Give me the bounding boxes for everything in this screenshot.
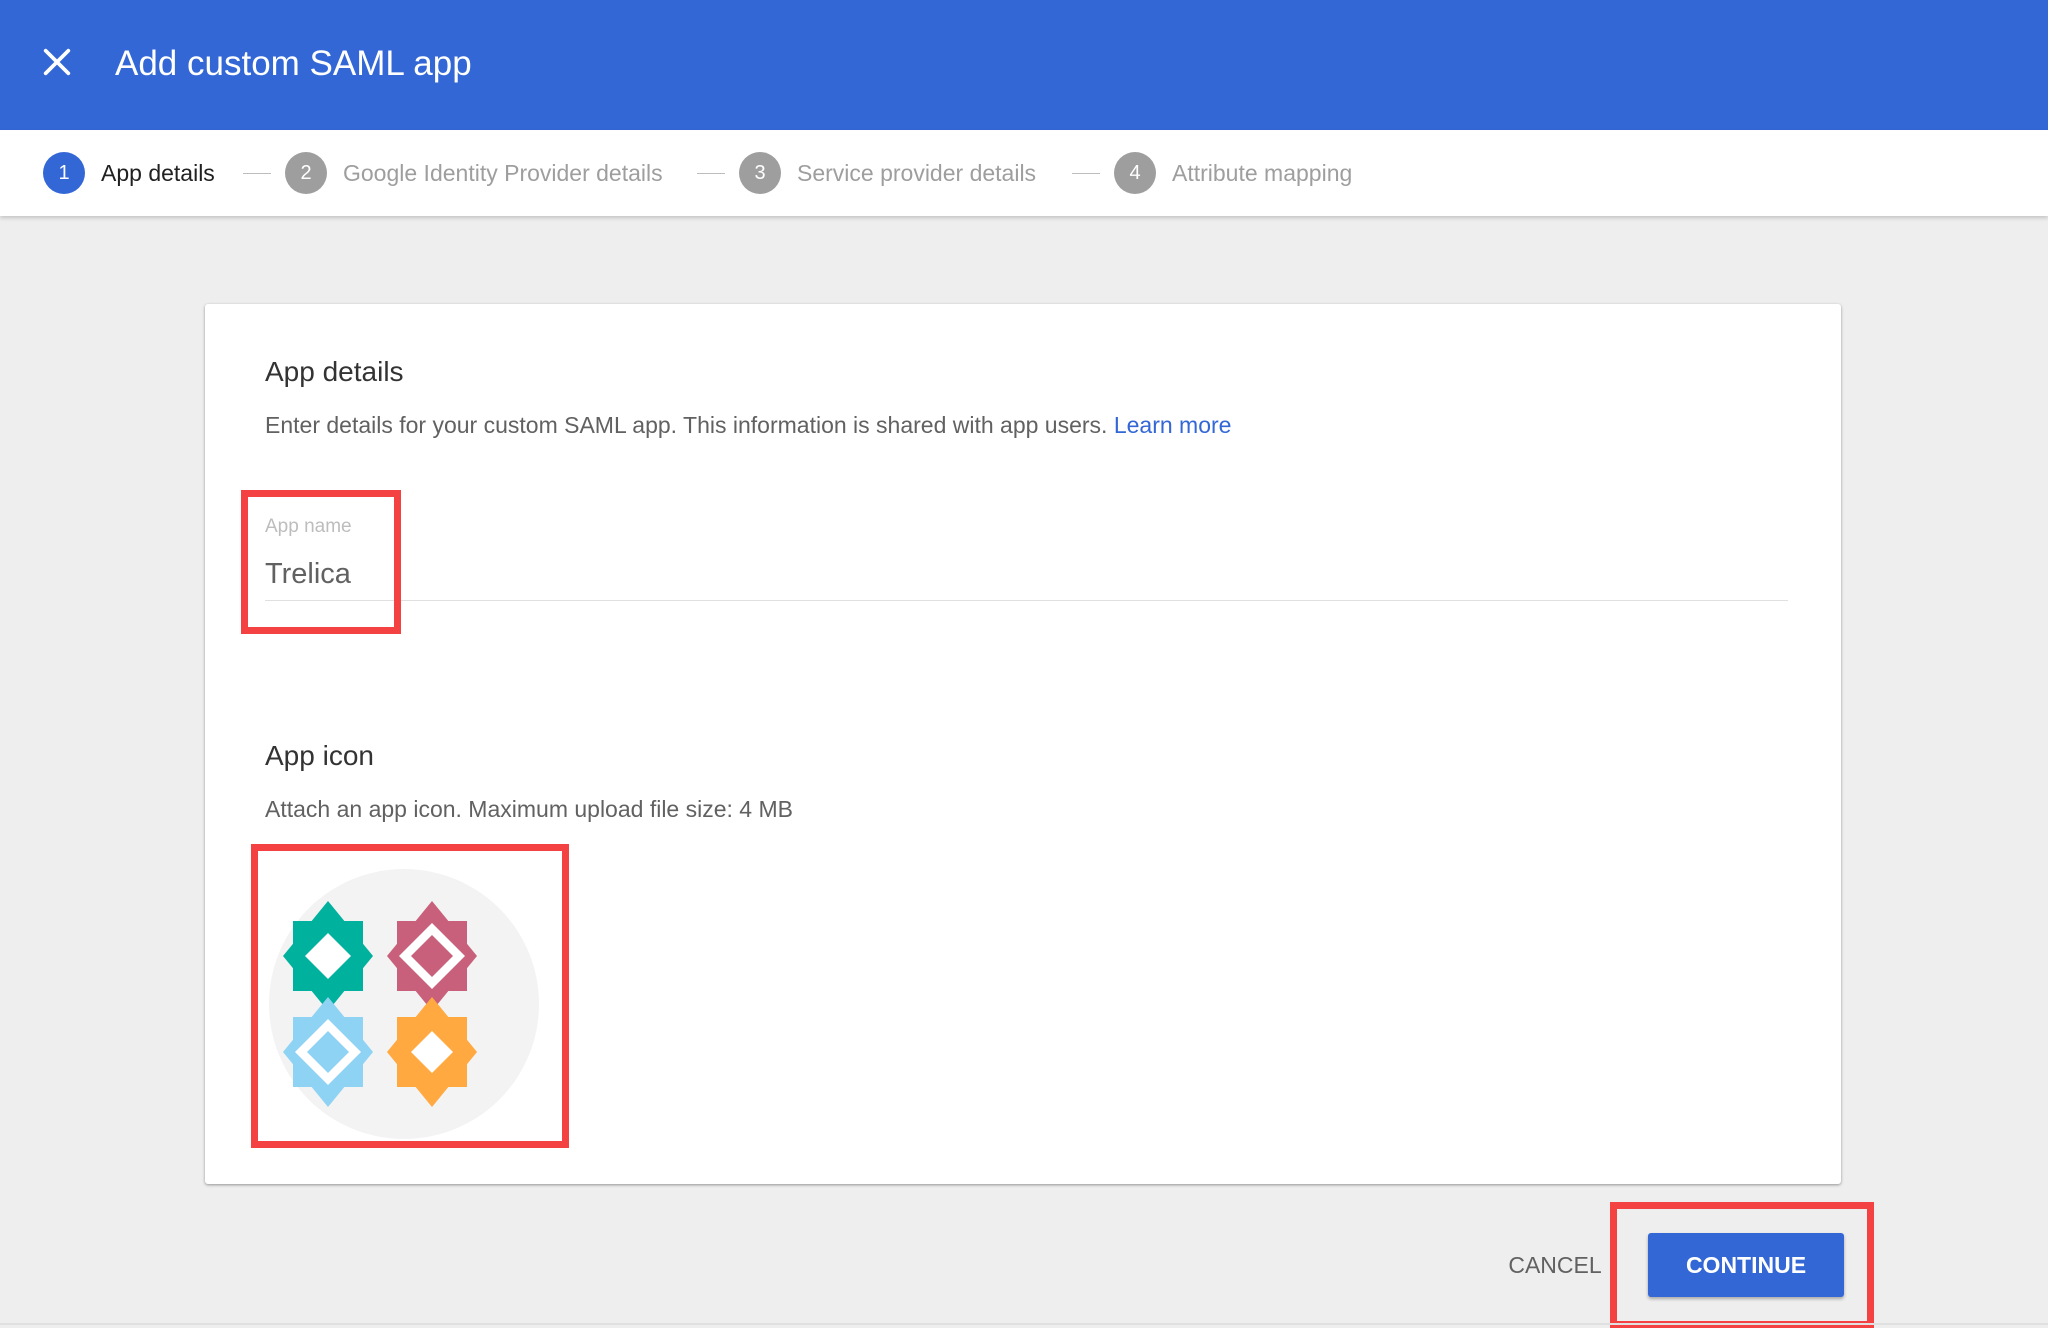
close-icon[interactable] (40, 45, 74, 79)
app-details-card: App details Enter details for your custo… (205, 304, 1841, 1184)
step-label-attribute-mapping: Attribute mapping (1172, 159, 1353, 186)
app-logo-icon (283, 901, 477, 1107)
step-google-idp-details[interactable]: 2 Google Identity Provider details (285, 151, 663, 195)
step-number-4: 4 (1114, 152, 1156, 194)
step-label-app-details: App details (101, 159, 215, 186)
step-number-3: 3 (739, 152, 781, 194)
step-connector (697, 173, 725, 174)
app-icon-upload[interactable] (269, 869, 539, 1139)
step-app-details[interactable]: 1 App details (43, 151, 215, 195)
top-app-bar: Add custom SAML app (0, 0, 2048, 130)
continue-button[interactable]: CONTINUE (1648, 1233, 1844, 1297)
cancel-button[interactable]: CANCEL (1498, 1248, 1612, 1282)
tile-orange (387, 997, 477, 1107)
app-details-description-text: Enter details for your custom SAML app. … (265, 412, 1108, 438)
tile-rose (387, 901, 477, 1011)
bottom-divider (0, 1323, 2048, 1325)
app-name-label: App name (265, 516, 352, 537)
stepper: 1 App details 2 Google Identity Provider… (0, 130, 2048, 216)
app-icon-title: App icon (265, 740, 374, 771)
tile-teal (283, 901, 373, 1011)
step-attribute-mapping[interactable]: 4 Attribute mapping (1114, 151, 1352, 195)
tile-light-blue (283, 997, 373, 1107)
app-details-description: Enter details for your custom SAML app. … (265, 412, 1231, 439)
app-name-input[interactable] (263, 552, 1713, 596)
step-connector (243, 173, 271, 174)
app-details-title: App details (265, 356, 404, 387)
step-connector (1072, 173, 1100, 174)
step-label-service-provider-details: Service provider details (797, 159, 1037, 186)
app-icon-description: Attach an app icon. Maximum upload file … (265, 796, 793, 822)
step-number-1: 1 (43, 152, 85, 194)
app-name-underline (265, 600, 1788, 601)
learn-more-link[interactable]: Learn more (1114, 412, 1232, 438)
step-number-2: 2 (285, 152, 327, 194)
page-title: Add custom SAML app (115, 44, 472, 83)
step-service-provider-details[interactable]: 3 Service provider details (739, 151, 1036, 195)
step-label-google-idp-details: Google Identity Provider details (343, 159, 663, 186)
